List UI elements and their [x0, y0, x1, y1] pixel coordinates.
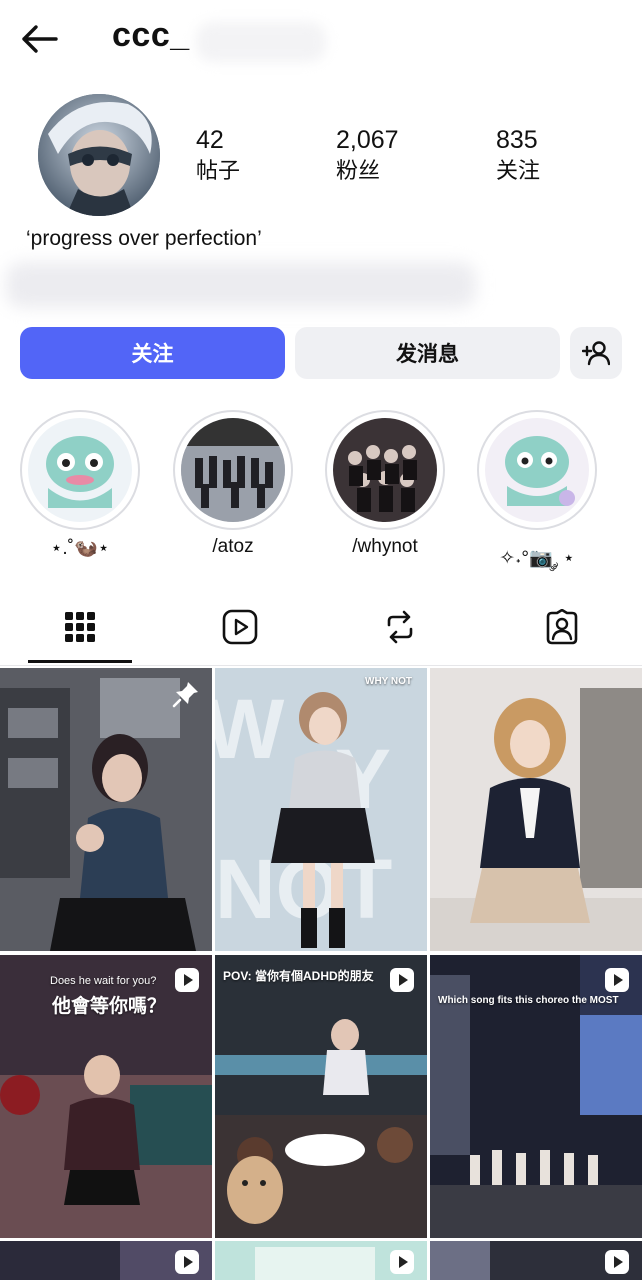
reel-icon — [390, 1250, 414, 1274]
highlight-label-4: ✧˖°📷 ༘ ⋆ — [499, 548, 575, 569]
reels-icon — [222, 609, 258, 645]
post-thumbnail[interactable] — [215, 1241, 427, 1280]
tab-reels[interactable] — [188, 592, 292, 662]
repost-icon — [387, 610, 413, 644]
post-thumbnail[interactable] — [430, 668, 642, 951]
highlight-label-3: /whynot — [352, 536, 418, 557]
following-label: 关注 — [496, 158, 541, 183]
stat-posts[interactable]: 42 帖子 — [196, 124, 240, 186]
post-caption: WHY NOT — [365, 676, 413, 687]
highlight-4[interactable]: ✧˖°📷 ༘ ⋆ — [477, 410, 597, 590]
follow-button[interactable]: 关注 — [20, 327, 285, 379]
followers-count: 2,067 — [336, 126, 399, 154]
post-thumbnail[interactable] — [430, 1241, 642, 1280]
post-caption: POV: 當你有個ADHD的朋友 — [223, 969, 374, 983]
highlight-label-1: ⋆.˚🦦⋆ — [50, 538, 110, 559]
grid-icon — [65, 612, 95, 642]
stat-followers[interactable]: 2,067 粉丝 — [336, 124, 399, 186]
profile-bio: ‘progress over perfection’ — [26, 227, 262, 250]
svg-text:W: W — [215, 682, 285, 776]
highlight-label-2: /atoz — [212, 536, 254, 557]
profile-tabs — [0, 592, 642, 666]
tab-reposts[interactable] — [348, 592, 452, 662]
highlight-cover-2 — [181, 418, 285, 522]
top-bar: ccc_ — [0, 0, 642, 80]
post-thumbnail[interactable]: POV: 當你有個ADHD的朋友 — [215, 955, 427, 1238]
reel-icon — [175, 1250, 199, 1274]
highlight-cover-1 — [28, 418, 132, 522]
active-tab-indicator — [28, 660, 132, 663]
post-caption-small: Does he wait for you? — [50, 975, 157, 987]
suggest-people-button[interactable] — [570, 327, 622, 379]
stat-following[interactable]: 835 关注 — [496, 124, 540, 186]
highlight-1[interactable]: ⋆.˚🦦⋆ — [20, 410, 140, 560]
add-person-icon — [582, 341, 610, 366]
pin-icon — [172, 682, 198, 708]
post-thumbnail[interactable] — [0, 1241, 212, 1280]
tab-tagged[interactable] — [510, 592, 614, 662]
posts-count: 42 — [196, 126, 224, 154]
back-button[interactable] — [18, 18, 60, 60]
post-thumbnail[interactable]: Does he wait for you? 他會等你嗎？ — [0, 955, 212, 1238]
post-thumbnail[interactable]: W Y NOT WHY NOT — [215, 668, 427, 951]
posts-label: 帖子 — [196, 158, 241, 183]
highlight-cover-4 — [485, 418, 589, 522]
highlight-cover-3 — [333, 418, 437, 522]
followers-label: 粉丝 — [336, 158, 381, 183]
reel-icon — [605, 1250, 629, 1274]
following-count: 835 — [496, 126, 538, 154]
tagged-person-icon — [546, 609, 578, 645]
highlight-3[interactable]: /whynot — [325, 410, 445, 558]
message-button[interactable]: 发消息 — [295, 327, 560, 379]
post-caption: 他會等你嗎？ — [52, 996, 167, 1017]
profile-avatar[interactable] — [38, 94, 160, 216]
profile-username: ccc_ — [112, 16, 190, 54]
tab-posts[interactable] — [28, 592, 132, 662]
post-caption: Which song fits this choreo the MOST — [438, 995, 619, 1006]
redacted-bio-line — [6, 262, 476, 308]
highlight-2[interactable]: /atoz — [173, 410, 293, 558]
reel-icon — [605, 968, 629, 992]
post-thumbnail[interactable]: Which song fits this choreo the MOST — [430, 955, 642, 1238]
redacted-username — [196, 22, 326, 62]
back-arrow-icon — [22, 25, 58, 53]
post-thumbnail[interactable] — [0, 668, 212, 951]
